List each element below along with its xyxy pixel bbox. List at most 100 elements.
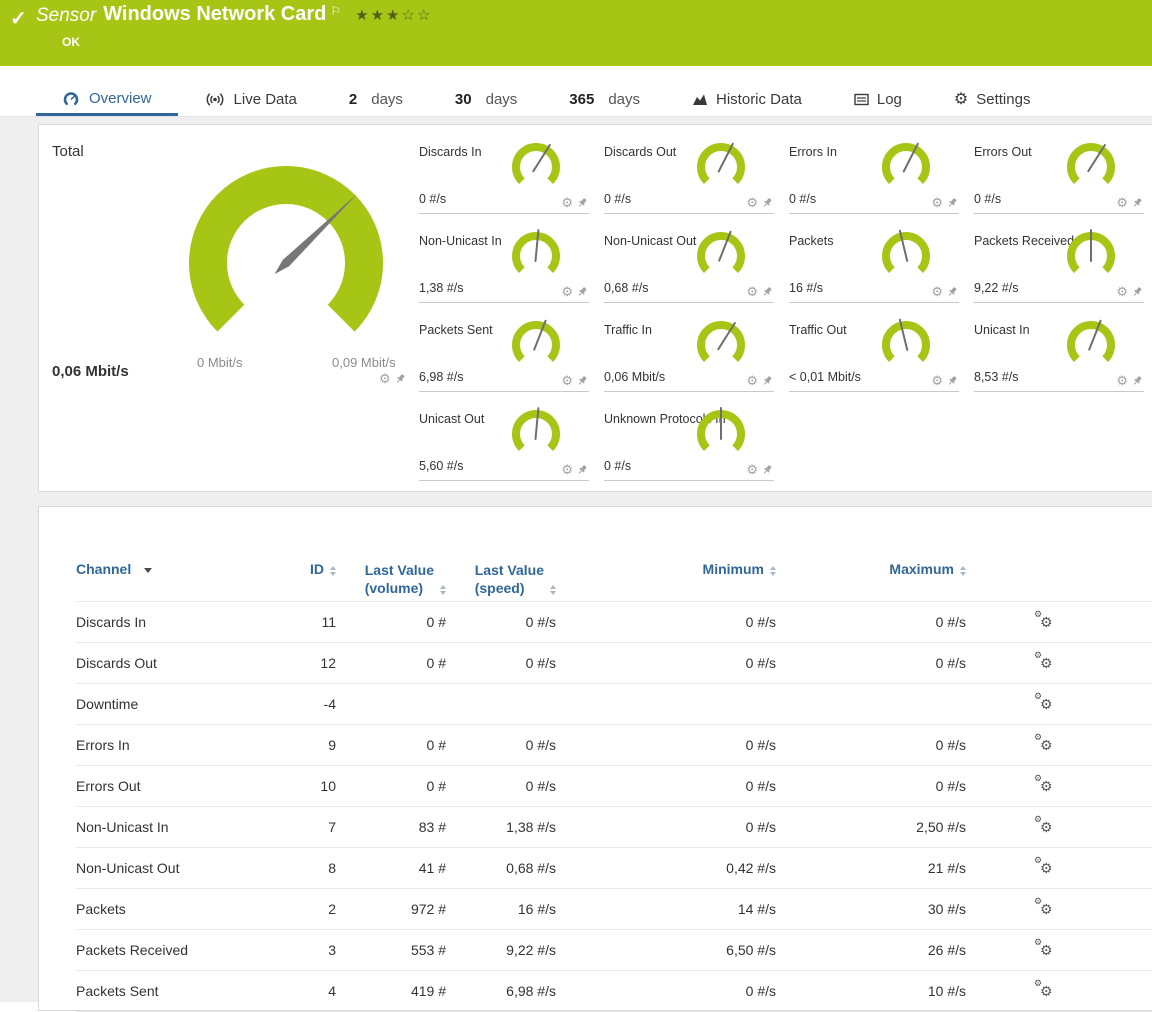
gauge-settings-gear-icon[interactable]: ⚙ bbox=[746, 285, 758, 298]
gauge-cell[interactable]: Errors Out 0 #/s ⚙ bbox=[974, 125, 1144, 214]
tab-live-data[interactable]: Live Data bbox=[178, 83, 323, 116]
table-row[interactable]: Discards Out 12 0 # 0 #/s 0 #/s 0 #/s ⚙⚙ bbox=[76, 643, 1152, 684]
table-header-row: Channel ID Last Value (volume) Las bbox=[76, 543, 1152, 602]
gauge-pin-icon[interactable] bbox=[947, 197, 958, 209]
gauge-settings-gear-icon[interactable]: ⚙ bbox=[1116, 196, 1128, 209]
gauge-cell[interactable]: Non-Unicast In 1,38 #/s ⚙ bbox=[419, 214, 589, 303]
channel-settings-icon[interactable]: ⚙⚙ bbox=[1037, 778, 1055, 794]
cell-last-value-volume: 972 # bbox=[336, 901, 446, 917]
col-header-last-value-volume[interactable]: Last Value (volume) bbox=[336, 561, 446, 597]
gauge-settings-gear-icon[interactable]: ⚙ bbox=[1116, 285, 1128, 298]
cell-channel: Errors In bbox=[76, 737, 276, 753]
gauge-cell[interactable]: Packets Received 9,22 #/s ⚙ bbox=[974, 214, 1144, 303]
tab-365-days[interactable]: 365 days bbox=[543, 83, 666, 116]
gauge-settings-gear-icon[interactable]: ⚙ bbox=[746, 374, 758, 387]
gauge-settings-gear-icon[interactable]: ⚙ bbox=[931, 285, 943, 298]
cell-last-value-speed: 16 #/s bbox=[446, 901, 556, 917]
gauge-cell[interactable]: Traffic In 0,06 Mbit/s ⚙ bbox=[604, 303, 774, 392]
gauge-channel-label: Non-Unicast In bbox=[419, 234, 502, 248]
tab-30-days[interactable]: 30 days bbox=[429, 83, 543, 116]
gauge-cell[interactable]: Unicast In 8,53 #/s ⚙ bbox=[974, 303, 1144, 392]
table-row[interactable]: Packets Sent 4 419 # 6,98 #/s 0 #/s 10 #… bbox=[76, 971, 1152, 1012]
content-area: Total 0 Mbit/s 0,09 Mbit/s 0,06 Mbit/s ⚙… bbox=[0, 117, 1152, 1002]
table-row[interactable]: Errors Out 10 0 # 0 #/s 0 #/s 0 #/s ⚙⚙ bbox=[76, 766, 1152, 807]
gauge-dial-icon bbox=[1062, 226, 1120, 289]
channel-settings-icon[interactable]: ⚙⚙ bbox=[1037, 942, 1055, 958]
gauge-pin-icon[interactable] bbox=[762, 197, 773, 209]
gauge-settings-gear-icon[interactable]: ⚙ bbox=[746, 463, 758, 476]
gauge-pin-icon[interactable] bbox=[762, 286, 773, 298]
tab-settings[interactable]: ⚙ Settings bbox=[928, 83, 1057, 116]
table-row[interactable]: Discards In 11 0 # 0 #/s 0 #/s 0 #/s ⚙⚙ bbox=[76, 602, 1152, 643]
gauge-channel-label: Unicast Out bbox=[419, 412, 484, 426]
total-pin-icon[interactable] bbox=[395, 373, 406, 385]
gauge-settings-gear-icon[interactable]: ⚙ bbox=[931, 196, 943, 209]
channel-settings-icon[interactable]: ⚙⚙ bbox=[1037, 983, 1055, 999]
channel-settings-icon[interactable]: ⚙⚙ bbox=[1037, 737, 1055, 753]
tab-2-days[interactable]: 2 days bbox=[323, 83, 429, 116]
gauge-settings-gear-icon[interactable]: ⚙ bbox=[561, 463, 573, 476]
table-row[interactable]: Packets 2 972 # 16 #/s 14 #/s 30 #/s ⚙⚙ bbox=[76, 889, 1152, 930]
gauge-settings-gear-icon[interactable]: ⚙ bbox=[561, 285, 573, 298]
channel-settings-icon[interactable]: ⚙⚙ bbox=[1037, 696, 1055, 712]
channel-settings-icon[interactable]: ⚙⚙ bbox=[1037, 860, 1055, 876]
gauge-cell[interactable]: Errors In 0 #/s ⚙ bbox=[789, 125, 959, 214]
table-row[interactable]: Errors In 9 0 # 0 #/s 0 #/s 0 #/s ⚙⚙ bbox=[76, 725, 1152, 766]
channel-table-panel: Channel ID Last Value (volume) Las bbox=[38, 506, 1152, 1011]
tab-overview[interactable]: Overview bbox=[36, 83, 178, 116]
col-header-maximum[interactable]: Maximum bbox=[776, 561, 966, 577]
cell-maximum: 2,50 #/s bbox=[776, 819, 966, 835]
gauge-pin-icon[interactable] bbox=[1132, 197, 1143, 209]
gauge-pin-icon[interactable] bbox=[1132, 286, 1143, 298]
col-header-label: Last Value bbox=[475, 562, 544, 578]
cell-minimum: 0,42 #/s bbox=[556, 860, 776, 876]
cell-channel: Non-Unicast Out bbox=[76, 860, 276, 876]
table-row[interactable]: Downtime -4 ⚙⚙ bbox=[76, 684, 1152, 725]
tab-historic-data[interactable]: Historic Data bbox=[666, 83, 828, 116]
sort-icon bbox=[550, 585, 556, 595]
gauge-cell[interactable]: Unknown Protocols In 0 #/s ⚙ bbox=[604, 392, 774, 481]
gauge-cell[interactable]: Traffic Out < 0,01 Mbit/s ⚙ bbox=[789, 303, 959, 392]
gauge-settings-gear-icon[interactable]: ⚙ bbox=[931, 374, 943, 387]
gauge-cell[interactable]: Unicast Out 5,60 #/s ⚙ bbox=[419, 392, 589, 481]
cell-last-value-volume: 0 # bbox=[336, 737, 446, 753]
priority-stars[interactable]: ★★★☆☆ bbox=[355, 6, 432, 24]
channel-settings-icon[interactable]: ⚙⚙ bbox=[1037, 655, 1055, 671]
gauge-settings-gear-icon[interactable]: ⚙ bbox=[746, 196, 758, 209]
gauge-pin-icon[interactable] bbox=[577, 464, 588, 476]
gauge-cell[interactable]: Discards In 0 #/s ⚙ bbox=[419, 125, 589, 214]
tab-log[interactable]: Log bbox=[828, 83, 928, 116]
gauge-pin-icon[interactable] bbox=[947, 286, 958, 298]
gauge-settings-gear-icon[interactable]: ⚙ bbox=[561, 374, 573, 387]
col-header-minimum[interactable]: Minimum bbox=[556, 561, 776, 577]
gauge-dial-icon bbox=[507, 226, 565, 289]
table-row[interactable]: Non-Unicast In 7 83 # 1,38 #/s 0 #/s 2,5… bbox=[76, 807, 1152, 848]
channel-settings-icon[interactable]: ⚙⚙ bbox=[1037, 901, 1055, 917]
cell-minimum: 0 #/s bbox=[556, 655, 776, 671]
table-row[interactable]: Packets Received 3 553 # 9,22 #/s 6,50 #… bbox=[76, 930, 1152, 971]
table-row[interactable]: Non-Unicast Out 8 41 # 0,68 #/s 0,42 #/s… bbox=[76, 848, 1152, 889]
col-header-last-value-speed[interactable]: Last Value (speed) bbox=[446, 561, 556, 597]
gauge-settings-gear-icon[interactable]: ⚙ bbox=[1116, 374, 1128, 387]
gauge-pin-icon[interactable] bbox=[577, 286, 588, 298]
col-header-label: ID bbox=[310, 561, 324, 577]
gauge-cell[interactable]: Non-Unicast Out 0,68 #/s ⚙ bbox=[604, 214, 774, 303]
gauge-cell[interactable]: Packets 16 #/s ⚙ bbox=[789, 214, 959, 303]
gauge-cell[interactable]: Packets Sent 6,98 #/s ⚙ bbox=[419, 303, 589, 392]
flag-icon[interactable]: ⚐ bbox=[330, 4, 341, 18]
col-header-id[interactable]: ID bbox=[276, 561, 336, 577]
gauge-cell[interactable]: Discards Out 0 #/s ⚙ bbox=[604, 125, 774, 214]
gauge-pin-icon[interactable] bbox=[577, 375, 588, 387]
total-settings-gear-icon[interactable]: ⚙ bbox=[379, 372, 391, 385]
gauge-pin-icon[interactable] bbox=[762, 464, 773, 476]
gauge-pin-icon[interactable] bbox=[947, 375, 958, 387]
gauge-pin-icon[interactable] bbox=[577, 197, 588, 209]
sensor-title: Windows Network Card bbox=[103, 3, 326, 26]
channel-settings-icon[interactable]: ⚙⚙ bbox=[1037, 819, 1055, 835]
gauge-pin-icon[interactable] bbox=[1132, 375, 1143, 387]
col-header-sublabel: (volume) bbox=[365, 580, 423, 596]
col-header-channel[interactable]: Channel bbox=[76, 561, 276, 577]
gauge-settings-gear-icon[interactable]: ⚙ bbox=[561, 196, 573, 209]
gauge-pin-icon[interactable] bbox=[762, 375, 773, 387]
channel-settings-icon[interactable]: ⚙⚙ bbox=[1037, 614, 1055, 630]
